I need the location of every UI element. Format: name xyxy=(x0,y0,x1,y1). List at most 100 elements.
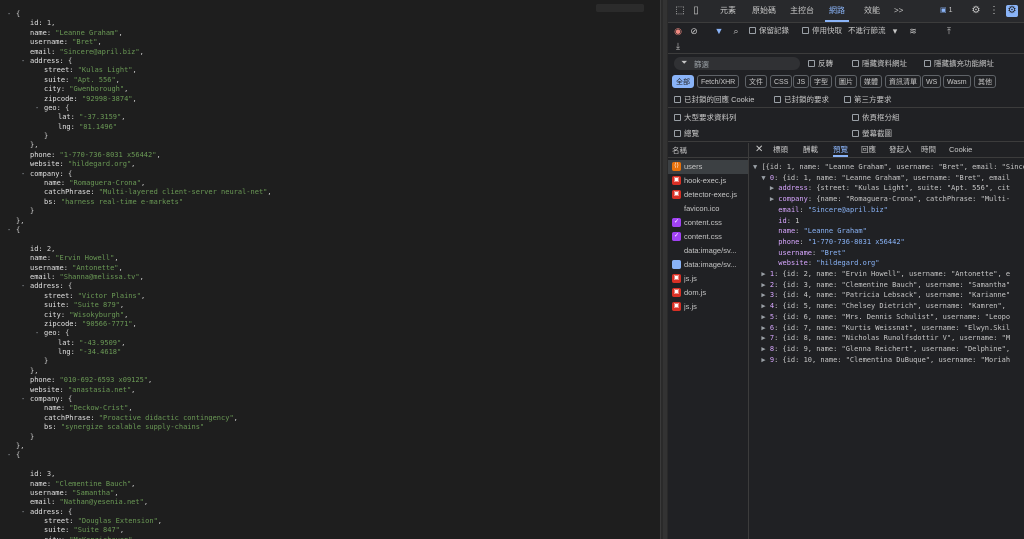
preview-line[interactable]: website: "hildegard.org" xyxy=(753,258,1024,269)
request-row[interactable]: favicon.ico xyxy=(668,202,748,216)
type-filter-4[interactable]: JS xyxy=(793,75,810,88)
request-row[interactable]: ▣ detector-exec.js xyxy=(668,188,748,202)
collapse-toggle[interactable]: - xyxy=(21,282,25,291)
collapse-toggle[interactable]: - xyxy=(21,395,25,404)
big-rows-checkbox[interactable] xyxy=(674,114,681,121)
request-row[interactable]: ▣ hook-exec.js xyxy=(668,174,748,188)
request-row[interactable]: ▣ dom.js xyxy=(668,286,748,300)
blocked-cookies-checkbox[interactable] xyxy=(674,96,681,103)
preview-line[interactable]: ▶ 3: {id: 4, name: "Patricia Lebsack", u… xyxy=(753,290,1024,301)
tab-console[interactable]: 主控台 xyxy=(786,0,818,22)
preview-line[interactable]: ▶ 9: {id: 10, name: "Clementina DuBuque"… xyxy=(753,355,1024,366)
collapse-toggle[interactable]: - xyxy=(21,508,25,517)
name-column-header[interactable]: 名稱 xyxy=(668,143,748,158)
type-filter-9[interactable]: WS xyxy=(922,75,942,88)
detail-tab-1[interactable]: 酬載 xyxy=(803,143,818,157)
detail-tab-4[interactable]: 發起人 xyxy=(889,143,912,157)
detail-tab-3[interactable]: 回應 xyxy=(861,143,876,157)
invert-checkbox[interactable] xyxy=(808,60,815,67)
preview-line[interactable]: ▶ 5: {id: 6, name: "Mrs. Dennis Schulist… xyxy=(753,312,1024,323)
upload-icon[interactable]: ⤒ xyxy=(944,26,954,36)
screenshots-checkbox[interactable] xyxy=(852,130,859,137)
group-by-frame-checkbox[interactable] xyxy=(852,114,859,121)
throttle-select[interactable]: 不進行節流 xyxy=(848,25,886,36)
request-row[interactable]: data:image/sv... xyxy=(668,258,748,272)
collapse-toggle[interactable]: - xyxy=(35,104,39,113)
network-conditions-icon[interactable]: ≋ xyxy=(908,26,918,36)
settings-gear-icon[interactable]: ⚙ xyxy=(970,5,982,17)
preview-line[interactable]: ▶ 2: {id: 3, name: "Clementine Bauch", u… xyxy=(753,280,1024,291)
type-filter-11[interactable]: 其他 xyxy=(974,75,996,88)
preview-line[interactable]: ▶ 7: {id: 8, name: "Nicholas Runolfsdott… xyxy=(753,333,1024,344)
detail-tab-6[interactable]: Cookie xyxy=(949,143,972,157)
preview-line[interactable]: ▶ 6: {id: 7, name: "Kurtis Weissnat", us… xyxy=(753,323,1024,334)
type-filter-1[interactable]: Fetch/XHR xyxy=(697,75,740,88)
preview-line[interactable]: ▶ 8: {id: 9, name: "Glenna Reichert", us… xyxy=(753,344,1024,355)
detail-tab-0[interactable]: 標頭 xyxy=(773,143,788,157)
type-filter-8[interactable]: 資訊清單 xyxy=(885,75,921,88)
type-filter-5[interactable]: 字型 xyxy=(810,75,832,88)
request-row[interactable]: ▣ js.js xyxy=(668,300,748,314)
hide-data-urls-checkbox[interactable] xyxy=(852,60,859,67)
tab-elements[interactable]: 元素 xyxy=(716,0,740,22)
type-filter-0[interactable]: 全部 xyxy=(672,75,694,88)
json-string: "010-692-6593 x09125" xyxy=(59,376,149,385)
preview-line[interactable]: email: "Sincere@april.biz" xyxy=(753,205,1024,216)
json-key: geo: xyxy=(44,103,66,112)
search-icon[interactable]: ⌕ xyxy=(731,26,741,36)
detail-tab-5[interactable]: 時間 xyxy=(921,143,936,157)
download-icon[interactable]: ⤓ xyxy=(673,41,683,51)
disable-cache-checkbox[interactable] xyxy=(802,27,809,34)
issues-badge[interactable]: ▣ 1 xyxy=(940,6,952,14)
preview-line[interactable]: name: "Leanne Graham" xyxy=(753,226,1024,237)
type-filter-7[interactable]: 媒體 xyxy=(860,75,882,88)
preview-line[interactable]: ▼ [{id: 1, name: "Leanne Graham", userna… xyxy=(753,162,1024,173)
preview-line[interactable]: id: 1 xyxy=(753,216,1024,227)
overview-checkbox[interactable] xyxy=(674,130,681,137)
kebab-menu-icon[interactable]: ⋮ xyxy=(988,5,1000,17)
preview-line[interactable]: ▼ 0: {id: 1, name: "Leanne Graham", user… xyxy=(753,173,1024,184)
request-row[interactable]: ✓ content.css xyxy=(668,216,748,230)
preview-line[interactable]: ▶ 4: {id: 5, name: "Chelsey Dietrich", u… xyxy=(753,301,1024,312)
collapse-toggle[interactable]: - xyxy=(7,10,11,19)
preview-line[interactable]: ▶ 1: {id: 2, name: "Ervin Howell", usern… xyxy=(753,269,1024,280)
type-filter-2[interactable]: 文件 xyxy=(745,75,767,88)
request-row[interactable]: ✓ content.css xyxy=(668,230,748,244)
collapse-toggle[interactable]: - xyxy=(7,451,11,460)
type-filter-10[interactable]: Wasm xyxy=(943,75,971,88)
scrollbar-thumb[interactable] xyxy=(663,0,667,539)
collapse-toggle[interactable]: - xyxy=(7,226,11,235)
type-filter-3[interactable]: CSS xyxy=(770,75,793,88)
json-string: "-43.9509" xyxy=(79,338,122,347)
device-toolbar-icon[interactable]: ▯ xyxy=(690,5,702,17)
type-filter-6[interactable]: 圖片 xyxy=(835,75,857,88)
preserve-log-checkbox[interactable] xyxy=(749,27,756,34)
record-icon[interactable]: ◉ xyxy=(673,26,683,36)
collapse-toggle[interactable]: - xyxy=(35,329,39,338)
request-row[interactable]: data:image/sv... xyxy=(668,244,748,258)
preview-line[interactable]: username: "Bret" xyxy=(753,248,1024,259)
collapse-toggle[interactable]: - xyxy=(21,170,25,179)
customize-icon[interactable]: ⚙ xyxy=(1006,5,1018,17)
blocked-requests-checkbox[interactable] xyxy=(774,96,781,103)
tab-performance[interactable]: 效能 xyxy=(860,0,884,22)
json-line: - address: { xyxy=(0,282,660,291)
third-party-checkbox[interactable] xyxy=(844,96,851,103)
chevron-down-icon[interactable]: ▾ xyxy=(890,26,900,36)
request-row[interactable]: ▣ js.js xyxy=(668,272,748,286)
tab-network[interactable]: 網路 xyxy=(825,0,849,22)
preview-line[interactable]: ▶ address: {street: "Kulas Light", suite… xyxy=(753,183,1024,194)
collapse-toggle[interactable]: - xyxy=(21,57,25,66)
clear-icon[interactable]: ⊘ xyxy=(689,26,699,36)
detail-tab-2[interactable]: 預覽 xyxy=(833,143,848,157)
preview-line[interactable]: phone: "1-770-736-8031 x56442" xyxy=(753,237,1024,248)
tab-sources[interactable]: 原始碼 xyxy=(748,0,780,22)
inspect-element-icon[interactable]: ⬚ xyxy=(674,5,686,17)
preview-line[interactable]: ▶ company: {name: "Romaguera-Crona", cat… xyxy=(753,194,1024,205)
close-icon[interactable]: ✕ xyxy=(755,143,763,157)
request-row[interactable]: ⟨⟩ users xyxy=(668,160,748,174)
filter-funnel-icon[interactable]: ▼ xyxy=(714,26,724,36)
more-tabs-button[interactable]: >> xyxy=(890,0,907,22)
filter-input[interactable]: ⏷ 篩選 xyxy=(674,57,800,70)
hide-ext-urls-checkbox[interactable] xyxy=(924,60,931,67)
